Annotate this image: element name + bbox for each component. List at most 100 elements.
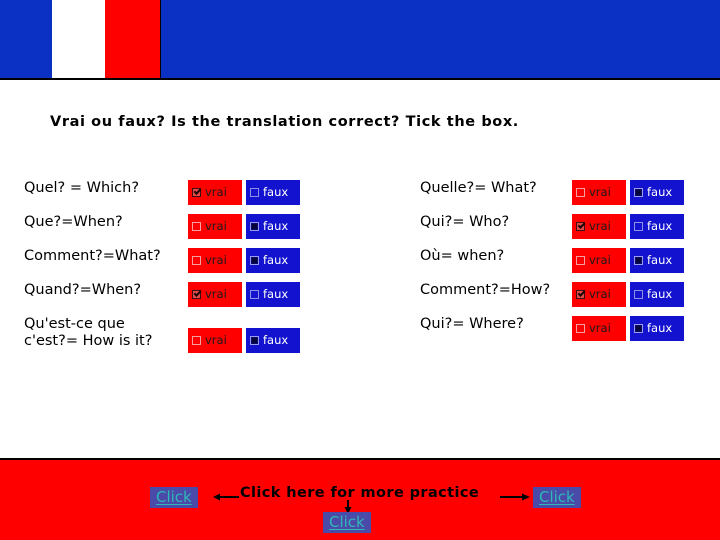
answer-box-faux-left-1[interactable]: faux	[246, 214, 300, 239]
answer-group: vrai faux	[188, 180, 300, 205]
checkbox-faux-checked-icon[interactable]	[250, 336, 259, 345]
answer-group: vrai faux	[188, 328, 300, 353]
checkbox-faux-checked-icon[interactable]	[634, 256, 643, 265]
french-flag	[0, 0, 161, 78]
checkbox-faux-checked-icon[interactable]	[634, 324, 643, 333]
answer-group: vrai faux	[572, 248, 684, 273]
question-text-left-3: Quand?=When?	[24, 282, 142, 298]
answer-box-faux-right-2[interactable]: faux	[630, 248, 684, 273]
quiz-row: Que?=When? vrai faux	[24, 214, 354, 248]
quiz-column-right: Quelle?= What? vrai faux Qui?= Who? vrai faux…	[420, 180, 710, 350]
footer-instruction-text: Click here for more practice	[240, 485, 480, 501]
answer-box-vrai-right-4[interactable]: vrai	[572, 316, 626, 341]
question-text-right-4: Qui?= Where?	[420, 316, 524, 332]
answer-box-faux-left-3[interactable]: faux	[246, 282, 300, 307]
answer-label-faux: faux	[263, 286, 289, 301]
answer-box-vrai-right-1[interactable]: vrai	[572, 214, 626, 239]
checkbox-faux-unchecked-icon[interactable]	[634, 290, 643, 299]
answer-group: vrai faux	[188, 214, 300, 239]
header-band	[0, 0, 720, 80]
answer-label-vrai: vrai	[205, 252, 227, 267]
answer-label-faux: faux	[263, 332, 289, 347]
checkbox-vrai-checked-icon[interactable]	[576, 290, 585, 299]
answer-box-faux-left-2[interactable]: faux	[246, 248, 300, 273]
click-link-right[interactable]: Click	[533, 487, 581, 508]
checkbox-vrai-checked-icon[interactable]	[192, 290, 201, 299]
quiz-row: Comment?=What? vrai faux	[24, 248, 354, 282]
question-text-right-0: Quelle?= What?	[420, 180, 537, 196]
answer-label-vrai: vrai	[205, 184, 227, 199]
checkbox-faux-unchecked-icon[interactable]	[250, 290, 259, 299]
answer-label-vrai: vrai	[589, 252, 611, 267]
quiz-row: Quand?=When? vrai faux	[24, 282, 354, 316]
checkbox-vrai-checked-icon[interactable]	[576, 222, 585, 231]
checkbox-vrai-unchecked-icon[interactable]	[192, 336, 201, 345]
answer-label-vrai: vrai	[589, 286, 611, 301]
checkbox-faux-unchecked-icon[interactable]	[634, 222, 643, 231]
answer-label-faux: faux	[647, 320, 673, 335]
checkbox-vrai-checked-icon[interactable]	[192, 188, 201, 197]
answer-label-faux: faux	[647, 184, 673, 199]
question-text-right-3: Comment?=How?	[420, 282, 551, 298]
flag-stripe-red	[105, 0, 160, 78]
flag-stripe-white	[52, 0, 105, 78]
arrow-right-icon	[500, 493, 530, 501]
answer-box-vrai-right-2[interactable]: vrai	[572, 248, 626, 273]
answer-label-vrai: vrai	[589, 320, 611, 335]
answer-label-faux: faux	[263, 184, 289, 199]
checkbox-vrai-unchecked-icon[interactable]	[576, 256, 585, 265]
answer-label-vrai: vrai	[205, 218, 227, 233]
answer-label-vrai: vrai	[589, 184, 611, 199]
answer-group: vrai faux	[572, 282, 684, 307]
answer-label-faux: faux	[647, 252, 673, 267]
answer-box-vrai-left-0[interactable]: vrai	[188, 180, 242, 205]
arrow-left-icon	[213, 493, 239, 501]
answer-label-vrai: vrai	[589, 218, 611, 233]
answer-box-faux-right-1[interactable]: faux	[630, 214, 684, 239]
checkbox-vrai-unchecked-icon[interactable]	[576, 188, 585, 197]
answer-box-vrai-left-3[interactable]: vrai	[188, 282, 242, 307]
answer-box-vrai-right-0[interactable]: vrai	[572, 180, 626, 205]
quiz-area: Quel? = Which? vrai faux Que?=When? vrai faux…	[0, 180, 720, 400]
checkbox-vrai-unchecked-icon[interactable]	[576, 324, 585, 333]
checkbox-faux-unchecked-icon[interactable]	[250, 188, 259, 197]
question-text-right-1: Qui?= Who?	[420, 214, 510, 230]
answer-box-vrai-left-2[interactable]: vrai	[188, 248, 242, 273]
checkbox-vrai-unchecked-icon[interactable]	[192, 222, 201, 231]
click-link-left[interactable]: Click	[150, 487, 198, 508]
checkbox-faux-checked-icon[interactable]	[250, 222, 259, 231]
checkbox-faux-checked-icon[interactable]	[634, 188, 643, 197]
quiz-row: Quel? = Which? vrai faux	[24, 180, 354, 214]
answer-box-faux-right-0[interactable]: faux	[630, 180, 684, 205]
checkbox-faux-checked-icon[interactable]	[250, 256, 259, 265]
answer-label-faux: faux	[647, 286, 673, 301]
quiz-row: Qui?= Who? vrai faux	[420, 214, 710, 248]
answer-box-faux-left-0[interactable]: faux	[246, 180, 300, 205]
answer-label-faux: faux	[263, 218, 289, 233]
instruction-text: Vrai ou faux? Is the translation correct…	[50, 114, 519, 130]
question-text-left-0: Quel? = Which?	[24, 180, 140, 196]
question-text-right-2: Où= when?	[420, 248, 505, 264]
quiz-row: Comment?=How? vrai faux	[420, 282, 710, 316]
quiz-row: Qui?= Where? vrai faux	[420, 316, 710, 350]
answer-group: vrai faux	[572, 316, 684, 341]
quiz-row: Où= when? vrai faux	[420, 248, 710, 282]
answer-box-faux-right-4[interactable]: faux	[630, 316, 684, 341]
click-link-middle[interactable]: Click	[323, 512, 371, 533]
quiz-row: Qu'est-ce que c'est?= How is it? vrai faux	[24, 316, 354, 362]
answer-group: vrai faux	[188, 282, 300, 307]
answer-box-vrai-right-3[interactable]: vrai	[572, 282, 626, 307]
answer-box-vrai-left-1[interactable]: vrai	[188, 214, 242, 239]
question-text-left-4: Qu'est-ce que c'est?= How is it?	[24, 316, 153, 349]
answer-box-faux-left-4[interactable]: faux	[246, 328, 300, 353]
checkbox-vrai-unchecked-icon[interactable]	[192, 256, 201, 265]
question-text-left-2: Comment?=What?	[24, 248, 161, 264]
answer-box-faux-right-3[interactable]: faux	[630, 282, 684, 307]
answer-label-vrai: vrai	[205, 332, 227, 347]
answer-label-faux: faux	[647, 218, 673, 233]
answer-group: vrai faux	[572, 180, 684, 205]
answer-label-vrai: vrai	[205, 286, 227, 301]
quiz-row: Quelle?= What? vrai faux	[420, 180, 710, 214]
answer-group: vrai faux	[572, 214, 684, 239]
answer-box-vrai-left-4[interactable]: vrai	[188, 328, 242, 353]
